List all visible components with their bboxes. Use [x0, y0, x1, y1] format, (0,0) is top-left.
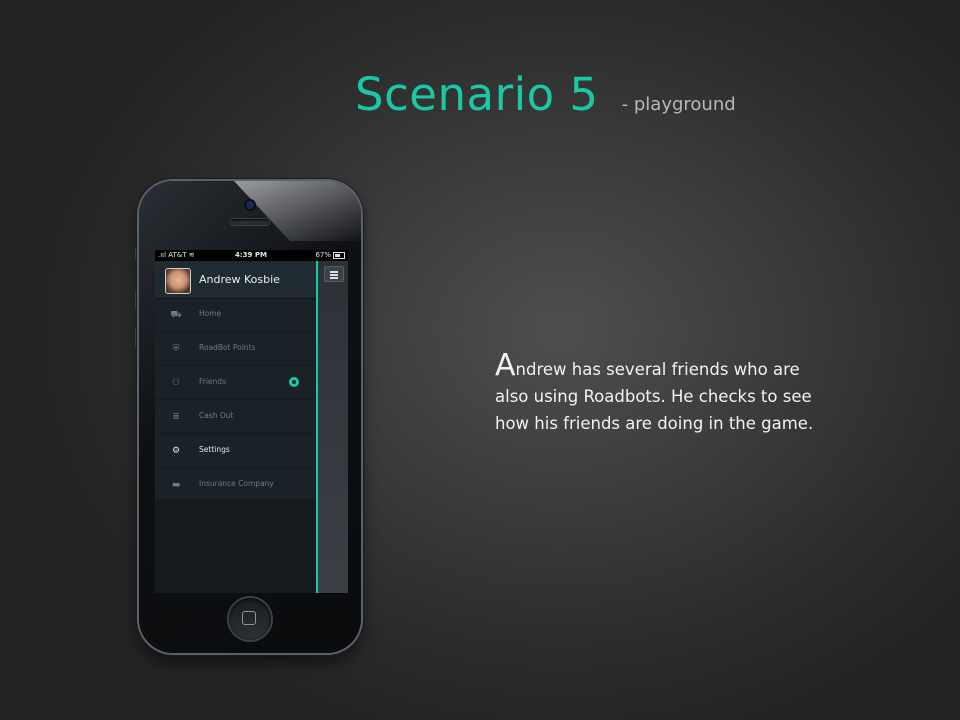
scenario-description: Andrew has several friends who are also … [495, 351, 815, 437]
coins-icon: ≣ [172, 412, 180, 422]
main-content-peek[interactable] [316, 261, 348, 593]
menu-item-label: Friends [199, 377, 226, 386]
shield-icon: ⛨ [172, 344, 180, 354]
car-icon: ⛟ [170, 310, 182, 320]
status-battery: 67% [315, 250, 345, 261]
camera-icon [246, 201, 254, 209]
avatar [165, 268, 191, 294]
status-carrier: .ııl AT&T ≋ [158, 251, 195, 259]
battery-icon [333, 251, 345, 259]
menu-item-friends[interactable]: ⚇ Friends [155, 366, 316, 400]
gear-icon: ⚙ [171, 446, 181, 456]
phone-glare [234, 181, 361, 241]
description-text: ndrew has several friends who are also u… [495, 360, 814, 433]
profile-header[interactable]: Andrew Kosbie [155, 261, 316, 299]
battery-percent: 67% [315, 251, 331, 259]
slide-subtitle: - playground [621, 94, 736, 115]
speaker-grille [231, 219, 269, 225]
description-initial: A [495, 348, 516, 383]
phone-screen: .ııl AT&T ≋ 4:39 PM 67% Andrew Kosbie ⛟ … [155, 250, 348, 593]
status-time: 4:39 PM [235, 251, 267, 259]
menu-item-label: Settings [199, 445, 230, 454]
slide-title: Scenario 5 [355, 68, 599, 121]
home-button[interactable] [229, 598, 271, 640]
menu-item-roadbot-points[interactable]: ⛨ RoadBot Points [155, 332, 316, 366]
profile-name: Andrew Kosbie [199, 273, 280, 286]
phone-mockup: .ııl AT&T ≋ 4:39 PM 67% Andrew Kosbie ⛟ … [139, 181, 361, 653]
menu-item-home[interactable]: ⛟ Home [155, 298, 316, 332]
hamburger-menu-button[interactable] [324, 266, 344, 282]
status-bar: .ııl AT&T ≋ 4:39 PM 67% [155, 250, 348, 261]
hamburger-line [330, 277, 338, 279]
home-square-icon [242, 611, 256, 625]
menu-empty-area [155, 499, 316, 593]
slide-header: Scenario 5 - playground [355, 68, 736, 128]
side-menu: Andrew Kosbie ⛟ Home ⛨ RoadBot Points ⚇ … [155, 261, 316, 593]
menu-item-label: Home [199, 309, 222, 318]
notification-badge [289, 377, 299, 387]
friends-icon: ⚇ [171, 378, 181, 388]
menu-item-settings[interactable]: ⚙ Settings [155, 434, 316, 468]
card-icon: ▬ [171, 480, 181, 490]
menu-item-label: Insurance Company [199, 479, 274, 488]
menu-item-cash-out[interactable]: ≣ Cash Out [155, 400, 316, 434]
hamburger-line [330, 274, 338, 276]
menu-item-label: RoadBot Points [199, 343, 256, 352]
menu-item-label: Cash Out [199, 411, 234, 420]
hamburger-line [330, 271, 338, 273]
menu-item-insurance-company[interactable]: ▬ Insurance Company [155, 468, 316, 502]
